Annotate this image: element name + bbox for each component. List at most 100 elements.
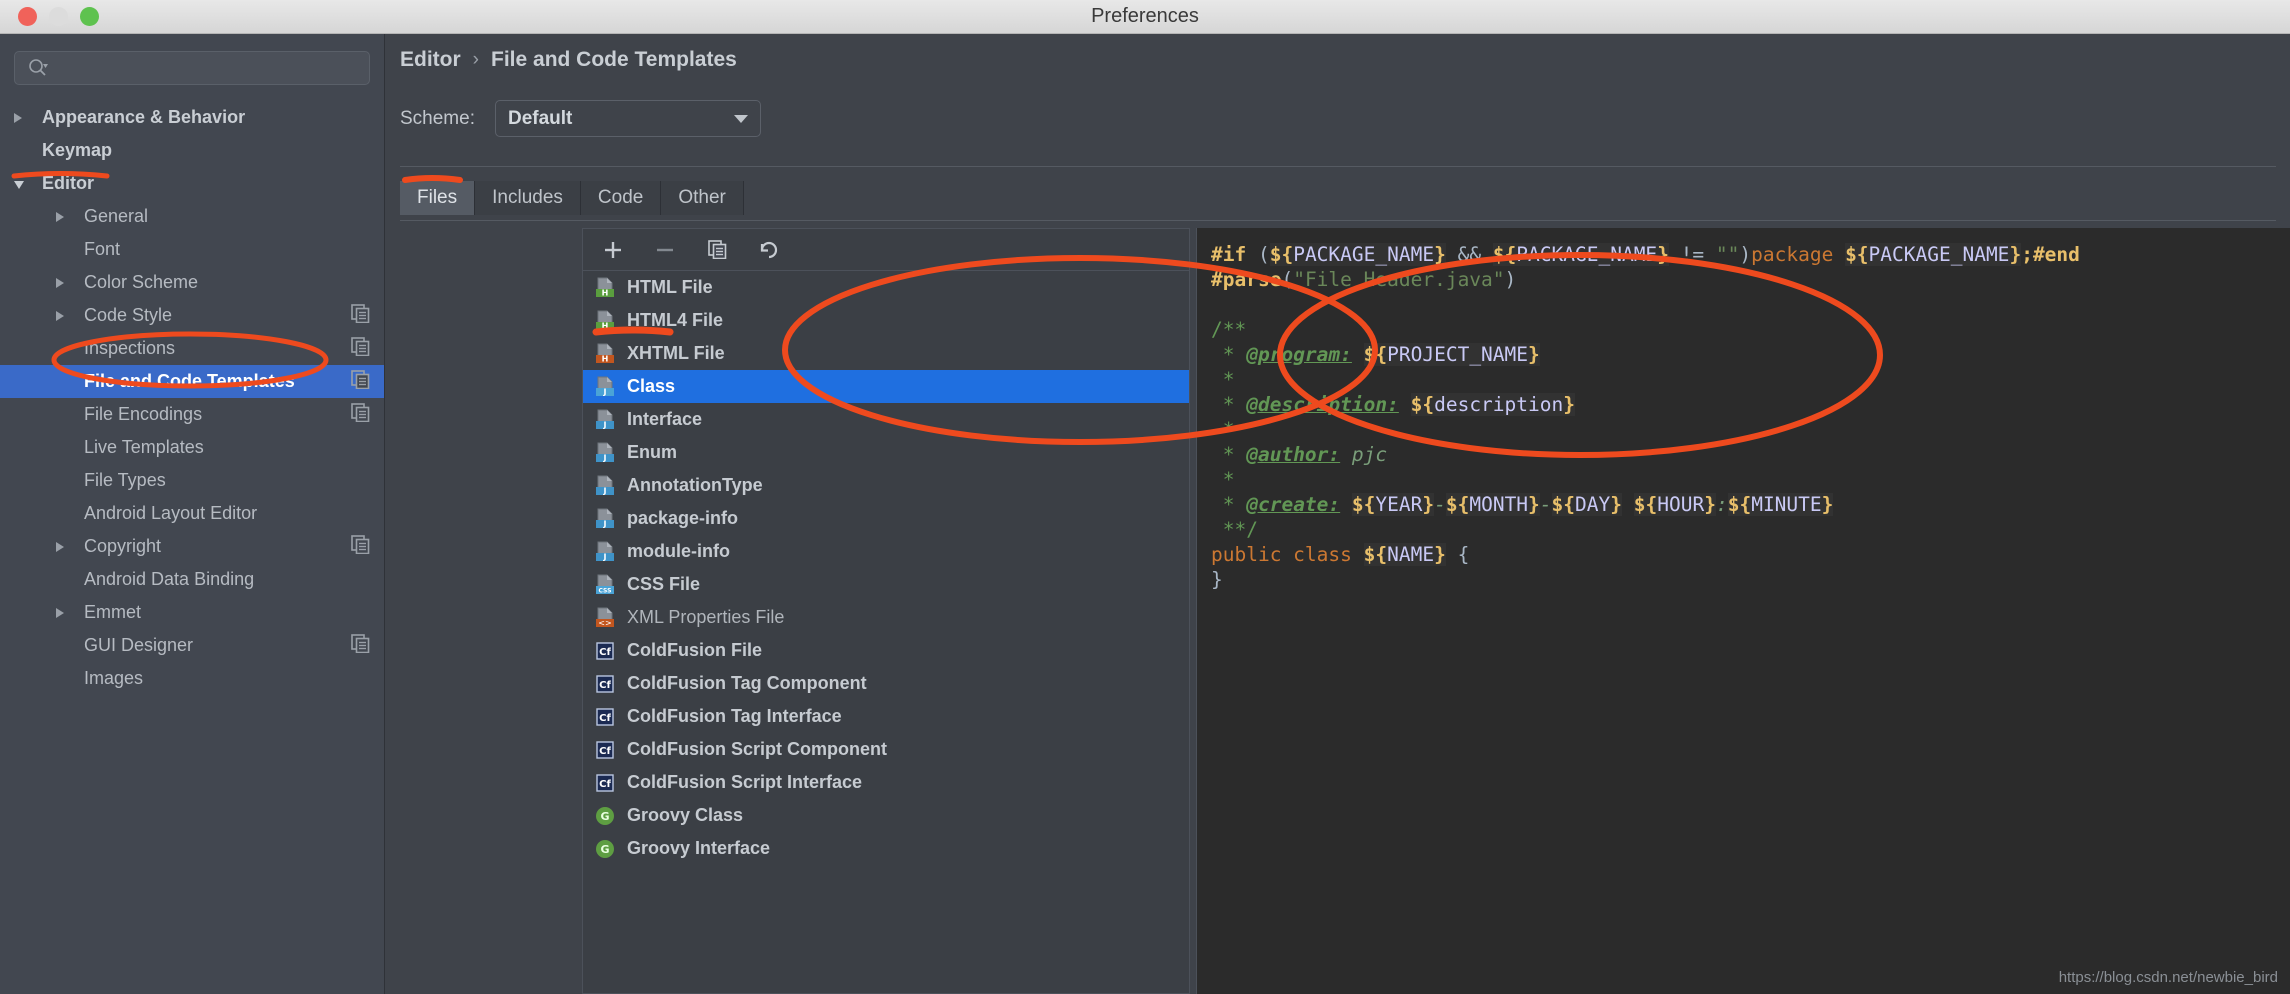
- sidebar-item-label: Copyright: [84, 536, 162, 556]
- code-line: * @description: ${description}: [1211, 393, 1575, 416]
- java-interface-icon: J: [594, 409, 616, 431]
- code-line: *: [1211, 468, 1235, 491]
- sidebar-item-label: Inspections: [84, 338, 176, 358]
- sidebar-item-android-data-binding[interactable]: Android Data Binding: [0, 563, 384, 596]
- template-label: ColdFusion File: [627, 640, 762, 660]
- sidebar-item-appearance-behavior[interactable]: Appearance & Behavior: [0, 101, 384, 134]
- sidebar-item-label: File and Code Templates: [84, 371, 295, 391]
- sidebar-item-gui-designer[interactable]: GUI Designer: [0, 629, 384, 662]
- sidebar-item-emmet[interactable]: Emmet: [0, 596, 384, 629]
- sidebar-item-android-layout-editor[interactable]: Android Layout Editor: [0, 497, 384, 530]
- template-list-item[interactable]: Cf ColdFusion Tag Component: [583, 667, 1189, 700]
- copy-settings-icon[interactable]: [351, 303, 370, 328]
- template-list-item[interactable]: <> XML Properties File: [583, 601, 1189, 634]
- template-list-item[interactable]: G Groovy Class: [583, 799, 1189, 832]
- sidebar-item-live-templates[interactable]: Live Templates: [0, 431, 384, 464]
- search-input[interactable]: [49, 59, 369, 77]
- sidebar-item-file-encodings[interactable]: File Encodings: [0, 398, 384, 431]
- sidebar-item-label: File Encodings: [84, 404, 203, 424]
- template-list[interactable]: H HTML File H HTML4 File H XHTML File J Class J I…: [583, 271, 1189, 865]
- template-label: module-info: [627, 541, 730, 561]
- copy-settings-icon[interactable]: [351, 534, 370, 559]
- add-template-button[interactable]: [600, 237, 626, 263]
- sidebar-item-general[interactable]: General: [0, 200, 384, 233]
- sidebar-item-file-types[interactable]: File Types: [0, 464, 384, 497]
- chevron-right-icon[interactable]: [56, 536, 76, 557]
- reset-template-button[interactable]: [756, 237, 782, 263]
- template-label: XHTML File: [627, 343, 725, 363]
- preferences-window: Preferences Appearance & Behavior Keymap E…: [0, 0, 2290, 994]
- template-editor[interactable]: #if (${PACKAGE_NAME} && ${PACKAGE_NAME} …: [1196, 228, 2290, 994]
- chevron-down-icon[interactable]: [14, 173, 34, 194]
- svg-text:Cf: Cf: [599, 746, 611, 757]
- breadcrumb-parent[interactable]: Editor: [400, 48, 461, 72]
- window-title: Preferences: [1091, 5, 1199, 27]
- template-list-item[interactable]: Cf ColdFusion File: [583, 634, 1189, 667]
- tab-files[interactable]: Files: [400, 181, 476, 215]
- sidebar-item-label: Android Data Binding: [84, 569, 255, 589]
- template-list-item[interactable]: H XHTML File: [583, 337, 1189, 370]
- template-list-item[interactable]: G Groovy Interface: [583, 832, 1189, 865]
- copy-settings-icon[interactable]: [351, 402, 370, 427]
- tab-label: Files: [417, 187, 458, 208]
- template-list-item[interactable]: Cf ColdFusion Script Component: [583, 733, 1189, 766]
- chevron-right-icon[interactable]: [56, 206, 76, 227]
- coldfusion-icon: Cf: [594, 673, 616, 695]
- search-box[interactable]: [14, 51, 370, 85]
- sidebar-item-editor[interactable]: Editor: [0, 167, 384, 200]
- chevron-right-icon[interactable]: [56, 305, 76, 326]
- template-list-item[interactable]: Jmodule-info: [583, 535, 1189, 568]
- template-list-pane: H HTML File H HTML4 File H XHTML File J Class J I…: [582, 228, 1190, 994]
- sidebar-item-color-scheme[interactable]: Color Scheme: [0, 266, 384, 299]
- sidebar-item-file-and-code-templates[interactable]: File and Code Templates: [0, 365, 384, 398]
- copy-template-button[interactable]: [704, 237, 730, 263]
- tab-includes[interactable]: Includes: [475, 181, 581, 215]
- settings-sidebar: Appearance & Behavior Keymap Editor General…: [0, 34, 385, 994]
- template-list-item[interactable]: J Enum: [583, 436, 1189, 469]
- remove-template-button[interactable]: [652, 237, 678, 263]
- template-list-item[interactable]: Jpackage-info: [583, 502, 1189, 535]
- java-annotation-icon: J: [594, 475, 616, 497]
- template-list-item[interactable]: J AnnotationType: [583, 469, 1189, 502]
- template-list-item[interactable]: Cf ColdFusion Tag Interface: [583, 700, 1189, 733]
- svg-text:G: G: [600, 810, 609, 823]
- xml-properties-icon: <>: [594, 607, 616, 629]
- copy-settings-icon[interactable]: [351, 633, 370, 658]
- svg-text:H: H: [602, 354, 609, 363]
- scheme-row: Scheme: Default: [400, 100, 761, 137]
- copy-settings-icon[interactable]: [351, 369, 370, 394]
- settings-tree: Appearance & Behavior Keymap Editor General…: [0, 101, 384, 695]
- svg-text:J: J: [603, 420, 607, 429]
- sidebar-item-inspections[interactable]: Inspections: [0, 332, 384, 365]
- template-label: AnnotationType: [627, 475, 763, 495]
- sidebar-item-label: File Types: [84, 470, 166, 490]
- template-list-item[interactable]: J Class: [583, 370, 1189, 403]
- chevron-right-icon[interactable]: [56, 602, 76, 623]
- sidebar-item-label: General: [84, 206, 149, 226]
- scheme-select[interactable]: Default: [494, 100, 761, 137]
- sidebar-item-label: Live Templates: [84, 437, 204, 457]
- sidebar-item-copyright[interactable]: Copyright: [0, 530, 384, 563]
- sidebar-item-images[interactable]: Images: [0, 662, 384, 695]
- template-list-item[interactable]: Cf ColdFusion Script Interface: [583, 766, 1189, 799]
- copy-settings-icon[interactable]: [351, 336, 370, 361]
- module-info-icon: J: [594, 541, 616, 563]
- tab-code[interactable]: Code: [580, 181, 662, 215]
- svg-text:J: J: [603, 552, 607, 561]
- template-list-item[interactable]: H HTML File: [583, 271, 1189, 304]
- template-list-item[interactable]: H HTML4 File: [583, 304, 1189, 337]
- code-line: * @program: ${PROJECT_NAME}: [1211, 343, 1540, 366]
- template-list-item[interactable]: J Interface: [583, 403, 1189, 436]
- template-list-item[interactable]: CSS CSS File: [583, 568, 1189, 601]
- chevron-right-icon[interactable]: [56, 272, 76, 293]
- scheme-value: Default: [507, 107, 573, 129]
- breadcrumb-separator: ›: [472, 49, 479, 70]
- sidebar-item-code-style[interactable]: Code Style: [0, 299, 384, 332]
- svg-text:H: H: [602, 288, 609, 297]
- tab-other[interactable]: Other: [661, 181, 744, 215]
- sidebar-item-keymap[interactable]: Keymap: [0, 134, 384, 167]
- package-info-icon: J: [594, 508, 616, 530]
- template-label: XML Properties File: [627, 607, 785, 627]
- chevron-right-icon[interactable]: [14, 107, 34, 128]
- sidebar-item-font[interactable]: Font: [0, 233, 384, 266]
